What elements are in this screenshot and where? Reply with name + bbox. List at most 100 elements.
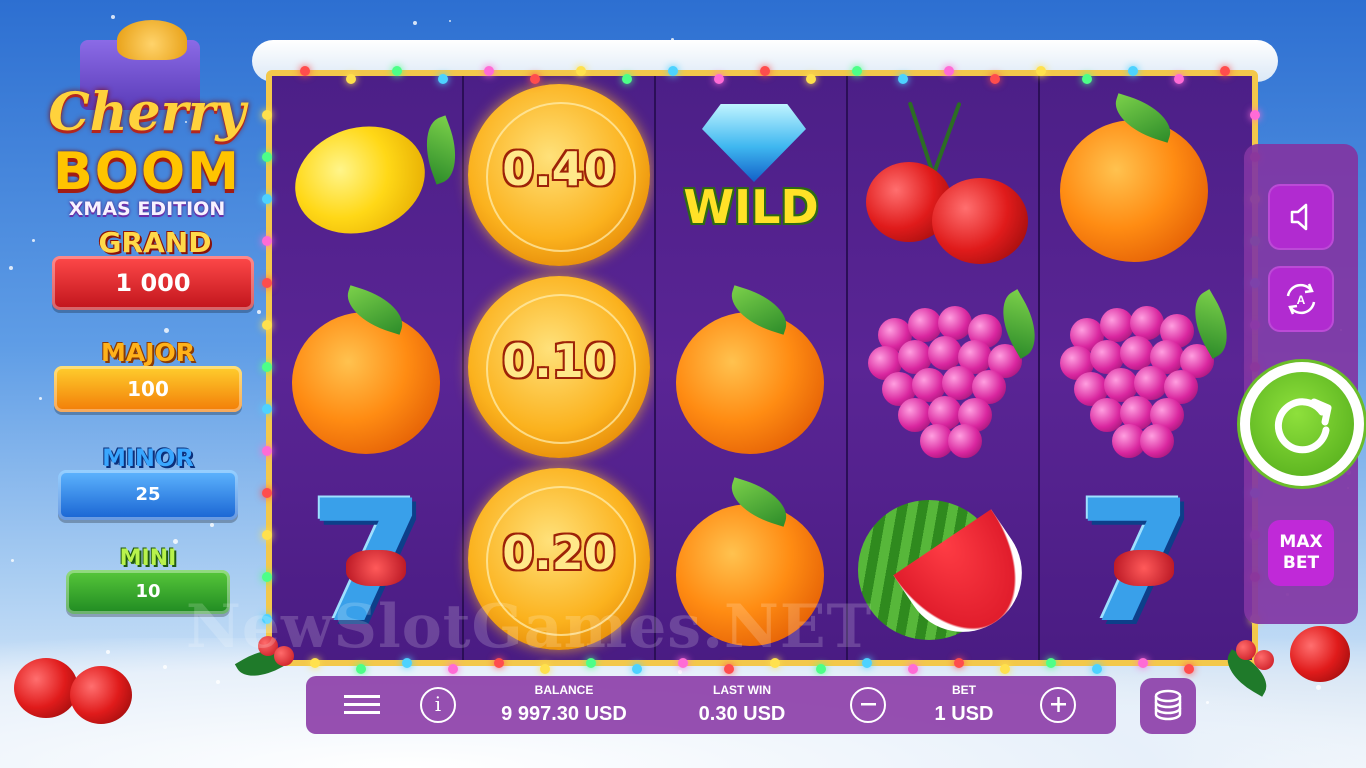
snowflake bbox=[39, 397, 42, 400]
orange-icon bbox=[676, 312, 824, 454]
ribbon-bow-icon bbox=[1114, 550, 1174, 586]
coin-stack-icon bbox=[1154, 689, 1182, 721]
coin-value: 0.20 bbox=[502, 526, 616, 580]
reel-frame: 7 0.40 0.10 0.20 WILD bbox=[266, 70, 1258, 666]
bet-increase-button[interactable] bbox=[1040, 687, 1076, 723]
watermark: NewSlotGames.NET bbox=[186, 592, 873, 662]
logo-subtitle: XMAS EDITION bbox=[68, 198, 226, 220]
symbol-seven: 7 bbox=[1040, 466, 1230, 658]
reel-1: 7 bbox=[272, 76, 467, 660]
bet-decrease-button[interactable] bbox=[850, 687, 886, 723]
cherry-stem bbox=[930, 101, 962, 179]
cherry-decor-icon bbox=[70, 666, 132, 724]
coin-stack-button[interactable] bbox=[1140, 678, 1196, 734]
light-bulb-icon bbox=[1250, 110, 1260, 120]
balance-value: 9 997.30 USD bbox=[501, 703, 627, 725]
ribbon-bow-icon bbox=[346, 550, 406, 586]
cherry-icon bbox=[932, 178, 1028, 264]
max-bet-button[interactable]: MAX BET bbox=[1268, 520, 1334, 586]
jackpot-grand-value: 1 000 bbox=[52, 256, 254, 310]
light-bulb-icon bbox=[262, 110, 272, 120]
gold-coin-icon: 0.40 bbox=[468, 84, 650, 266]
snowflake bbox=[106, 650, 110, 654]
snowflake bbox=[413, 21, 417, 25]
symbol-coin: 0.40 bbox=[464, 80, 654, 272]
symbol-grapes bbox=[848, 274, 1049, 466]
symbol-wild: WILD bbox=[656, 82, 846, 274]
spin-button-face bbox=[1250, 372, 1354, 476]
bet-value: 1 USD bbox=[934, 703, 994, 725]
grape-icon bbox=[948, 424, 982, 458]
logo-title-boom: BOOM bbox=[53, 142, 241, 202]
jackpot-minor-value: 25 bbox=[58, 470, 238, 520]
grape-icon bbox=[1140, 424, 1174, 458]
light-bulb-icon bbox=[262, 278, 272, 288]
spin-button[interactable] bbox=[1240, 362, 1364, 486]
last-win-label: LAST WIN bbox=[713, 683, 771, 697]
menu-button[interactable] bbox=[342, 690, 382, 720]
jackpot-mini-title: MINI bbox=[119, 546, 177, 571]
grape-icon bbox=[1120, 336, 1154, 370]
jackpot-minor-title: MINOR bbox=[102, 444, 194, 472]
orange-icon bbox=[1060, 120, 1208, 262]
light-bulb-icon bbox=[262, 320, 272, 330]
max-bet-label-line1: MAX bbox=[1279, 532, 1323, 552]
reel-5: 7 bbox=[1040, 76, 1252, 660]
sound-button[interactable] bbox=[1268, 184, 1334, 250]
light-bulb-icon bbox=[262, 152, 272, 162]
holly-berry-icon bbox=[1254, 650, 1274, 670]
bet-label: BET bbox=[952, 683, 976, 697]
gold-coin-icon: 0.10 bbox=[468, 276, 650, 458]
svg-text:A: A bbox=[1297, 293, 1306, 307]
bottom-control-bar: i BALANCE 9 997.30 USD LAST WIN 0.30 USD… bbox=[306, 676, 1116, 734]
hamburger-menu-icon bbox=[344, 695, 380, 714]
grape-icon bbox=[938, 306, 972, 340]
snowflake bbox=[173, 539, 178, 544]
snowflake bbox=[32, 239, 35, 242]
game-logo: Cherry BOOM XMAS EDITION bbox=[22, 18, 272, 230]
symbol-orange bbox=[1040, 82, 1230, 274]
light-bulb-icon bbox=[262, 194, 272, 204]
logo-title-cherry: Cherry bbox=[48, 82, 246, 143]
symbol-cherry bbox=[848, 82, 1038, 274]
snowflake bbox=[210, 523, 214, 527]
reel-2: 0.40 0.10 0.20 bbox=[464, 76, 654, 660]
light-bulb-icon bbox=[262, 572, 272, 582]
symbol-coin: 0.10 bbox=[464, 272, 654, 464]
holly-berry-icon bbox=[1236, 640, 1256, 660]
light-bulb-icon bbox=[262, 530, 272, 540]
symbol-grapes bbox=[1040, 274, 1241, 466]
spin-arrow-icon bbox=[1274, 398, 1332, 454]
reel-4 bbox=[848, 76, 1049, 660]
wild-label: WILD bbox=[683, 180, 819, 234]
autoplay-button[interactable]: A bbox=[1268, 266, 1334, 332]
grape-icon bbox=[1130, 306, 1164, 340]
max-bet-label-line2: BET bbox=[1282, 553, 1320, 573]
diamond-icon bbox=[702, 104, 806, 182]
snowflake bbox=[1206, 701, 1209, 704]
coin-value: 0.40 bbox=[502, 142, 616, 196]
lemon-icon bbox=[281, 110, 439, 250]
symbol-watermelon bbox=[848, 466, 1045, 658]
info-icon: i bbox=[434, 692, 442, 716]
info-button[interactable]: i bbox=[420, 687, 456, 723]
orange-icon bbox=[292, 312, 440, 454]
last-win-value: 0.30 USD bbox=[698, 703, 786, 725]
grape-icon bbox=[928, 336, 962, 370]
coin-value: 0.10 bbox=[502, 334, 616, 388]
symbol-lemon bbox=[272, 82, 467, 274]
symbol-orange bbox=[656, 274, 846, 466]
snowflake bbox=[164, 328, 169, 333]
snowflake bbox=[163, 665, 167, 669]
cherry-decor-icon bbox=[1290, 626, 1350, 682]
snowflake bbox=[449, 20, 451, 22]
grape-icon bbox=[942, 366, 976, 400]
jackpot-major-title: MAJOR bbox=[100, 338, 196, 367]
cherry-decor-icon bbox=[14, 658, 78, 718]
snowflake bbox=[11, 559, 14, 562]
snowflake bbox=[216, 680, 220, 684]
light-bulb-icon bbox=[262, 404, 272, 414]
jackpot-grand-title: GRAND bbox=[98, 226, 212, 259]
light-bulb-icon bbox=[262, 362, 272, 372]
light-bulb-icon bbox=[262, 446, 272, 456]
